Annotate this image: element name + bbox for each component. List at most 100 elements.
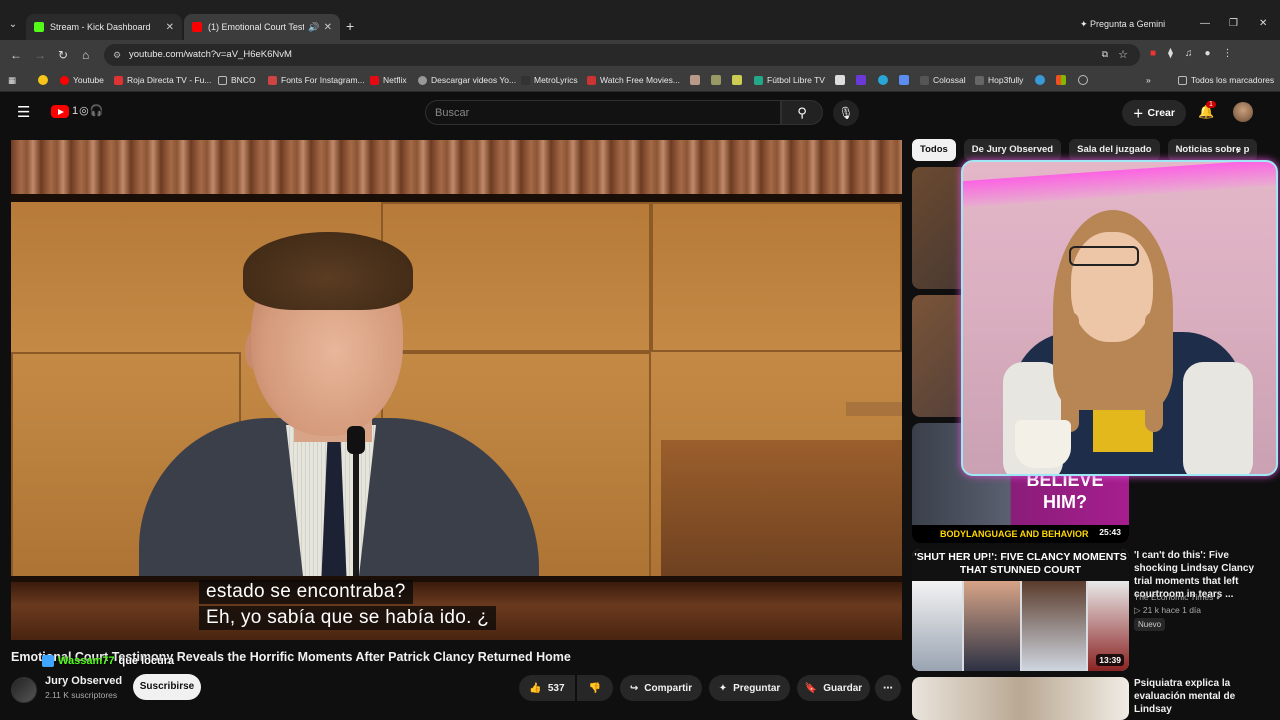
youtube-doodle-logo[interactable]: 1◎🎧	[72, 104, 104, 117]
extension-icon[interactable]: ■	[1150, 48, 1156, 59]
like-button[interactable]: 👍 537	[519, 675, 575, 701]
bookmarks-bar: ▦ Youtube Roja Directa TV - Fu... BNCO F…	[0, 70, 1280, 92]
media-control-icon[interactable]: ♫	[1185, 48, 1193, 59]
bookmark-icon[interactable]	[835, 75, 845, 85]
bookmark-icon[interactable]	[711, 75, 721, 85]
bookmark-label: Hop3fully	[988, 75, 1024, 85]
save-label: Guardar	[823, 682, 863, 694]
menu-hamburger-icon[interactable]: ☰	[17, 105, 30, 120]
all-bookmarks-folder[interactable]: Todos los marcadores	[1178, 75, 1274, 85]
search-button[interactable]: ⚲	[781, 100, 823, 125]
tab-search-icon[interactable]: ⌄	[4, 16, 22, 34]
bookmark-icon[interactable]	[690, 75, 700, 85]
sparkle-icon: ✦	[718, 682, 728, 694]
more-actions-button[interactable]: ⋯	[875, 675, 901, 701]
bookmark-netflix[interactable]: Netflix	[370, 75, 407, 85]
bookmark-star-icon[interactable]: ☆	[1118, 48, 1128, 61]
bookmark-watch-movies[interactable]: Watch Free Movies...	[587, 75, 680, 85]
folder-icon	[218, 75, 227, 85]
extensions-area: ■ ⧫ ♫ ● ⋮	[1150, 48, 1233, 59]
reload-icon[interactable]: ↻	[58, 48, 68, 62]
restore-icon[interactable]: ❐	[1229, 18, 1238, 29]
bookmark-hop3fully[interactable]: Hop3fully	[975, 75, 1023, 85]
search-placeholder: Buscar	[435, 107, 470, 119]
bookmark-icon[interactable]	[878, 75, 888, 85]
chevron-right-icon[interactable]: ›	[1236, 143, 1240, 157]
bookmark-futbol-libre[interactable]: Fútbol Libre TV	[754, 75, 825, 85]
streamer-glasses	[1069, 246, 1139, 266]
microsoft-icon[interactable]	[1056, 75, 1066, 85]
minimize-icon[interactable]: —	[1200, 18, 1210, 29]
home-icon[interactable]: ⌂	[82, 48, 89, 62]
tab-youtube-video[interactable]: (1) Emotional Court Testimo 🔊 ✕	[184, 14, 340, 40]
youtube-logo-icon[interactable]	[51, 105, 69, 118]
site-info-icon[interactable]: ⚙	[113, 50, 121, 61]
bookmark-roja-directa[interactable]: Roja Directa TV - Fu...	[114, 75, 211, 85]
bookmark-fonts[interactable]: Fonts For Instagram...	[268, 75, 365, 85]
address-bar[interactable]: ⚙ youtube.com/watch?v=aV_H6eK6NvM ⧉ ☆	[104, 44, 1140, 66]
ask-button[interactable]: ✦ Preguntar	[709, 675, 790, 701]
bookmark-icon[interactable]	[732, 75, 742, 85]
dislike-button[interactable]: 👎	[577, 675, 613, 701]
close-tab-icon[interactable]: ✕	[324, 22, 332, 33]
youtube-icon	[60, 75, 69, 85]
more-bookmarks-icon[interactable]: »	[1146, 75, 1151, 85]
chip-sala-del-juzgado[interactable]: Sala del juzgado	[1069, 139, 1160, 161]
recommended-title[interactable]: Psiquiatra explica la evaluación mental …	[1134, 677, 1274, 716]
forward-icon[interactable]: →	[34, 48, 46, 62]
thumbs-up-icon: 👍	[529, 682, 542, 694]
yahoo-icon[interactable]	[856, 75, 866, 85]
channel-avatar[interactable]	[11, 677, 37, 703]
apps-grid-icon[interactable]: ▦	[8, 75, 16, 86]
streamer-webcam-overlay	[961, 160, 1278, 476]
channel-name[interactable]: Jury Observed	[45, 675, 122, 687]
extensions-puzzle-icon[interactable]: ⧫	[1168, 48, 1173, 59]
tab-title: Stream - Kick Dashboard	[50, 22, 151, 32]
install-app-icon[interactable]: ⧉	[1102, 49, 1108, 60]
speaker-icon[interactable]: 🔊	[308, 22, 319, 33]
bookmark-metrolyrics[interactable]: MetroLyrics	[521, 75, 578, 85]
bookmark-icon[interactable]	[1035, 75, 1045, 85]
notifications-button[interactable]: 🔔 1	[1198, 101, 1216, 120]
recommended-thumbnail[interactable]: 'SHUT HER UP!': FIVE CLANCY MOMENTS THAT…	[912, 549, 1129, 671]
streamer-braid	[1145, 312, 1163, 432]
account-avatar[interactable]	[1233, 102, 1253, 122]
back-icon[interactable]: ←	[10, 48, 22, 62]
chat-username: Wassam77	[58, 655, 115, 667]
browser-menu-icon[interactable]: ⋮	[1223, 48, 1233, 59]
url-text: youtube.com/watch?v=aV_H6eK6NvM	[129, 49, 292, 60]
close-tab-icon[interactable]: ✕	[166, 22, 174, 33]
close-window-icon[interactable]: ✕	[1259, 18, 1267, 29]
chip-de-jury-observed[interactable]: De Jury Observed	[963, 139, 1062, 161]
tab-kick-dashboard[interactable]: Stream - Kick Dashboard ✕	[26, 14, 182, 40]
video-player[interactable]: estado se encontraba? Eh, yo sabía que s…	[11, 140, 902, 640]
subscribe-button[interactable]: Suscribirse	[133, 674, 201, 700]
save-button[interactable]: 🔖 Guardar	[797, 675, 870, 701]
emoji-bookmark-icon[interactable]	[38, 75, 48, 85]
bookmark-descargar[interactable]: Descargar videos Yo...	[418, 75, 516, 85]
subscriber-count: 2.11 K suscriptores	[45, 690, 118, 700]
profile-icon[interactable]: ●	[1205, 48, 1211, 59]
download-icon	[418, 75, 427, 85]
share-button[interactable]: ↪ Compartir	[620, 675, 702, 701]
chip-noticias[interactable]: Noticias sobre p	[1167, 139, 1258, 161]
bookmark-youtube[interactable]: Youtube	[60, 75, 104, 85]
bookmark-label: Todos los marcadores	[1191, 75, 1275, 85]
recommended-thumbnail[interactable]	[912, 677, 1129, 720]
bookmark-folder-bnco[interactable]: BNCO	[218, 75, 256, 85]
create-button[interactable]: ＋ Crear	[1122, 100, 1186, 126]
new-tab-button[interactable]: +	[346, 19, 354, 33]
address-toolbar: ← → ↻ ⌂ ⚙ youtube.com/watch?v=aV_H6eK6Nv…	[0, 40, 1280, 70]
chip-todos[interactable]: Todos	[912, 139, 956, 161]
neon-light	[963, 162, 1276, 208]
browser-tab-strip: ⌄ Stream - Kick Dashboard ✕ (1) Emotiona…	[0, 0, 1280, 40]
recommended-channel[interactable]: The Economic Times ✔	[1134, 592, 1223, 603]
globe-icon[interactable]	[1078, 75, 1088, 85]
bookmark-icon[interactable]	[899, 75, 909, 85]
microphone-stand	[353, 440, 359, 590]
plus-icon: ＋	[1133, 107, 1144, 120]
voice-search-button[interactable]: 🎙	[833, 100, 859, 126]
bookmark-colossal[interactable]: Colossal	[920, 75, 966, 85]
search-input[interactable]: Buscar	[425, 100, 781, 125]
gemini-button[interactable]: ✦ Pregunta a Gemini	[1080, 19, 1165, 30]
